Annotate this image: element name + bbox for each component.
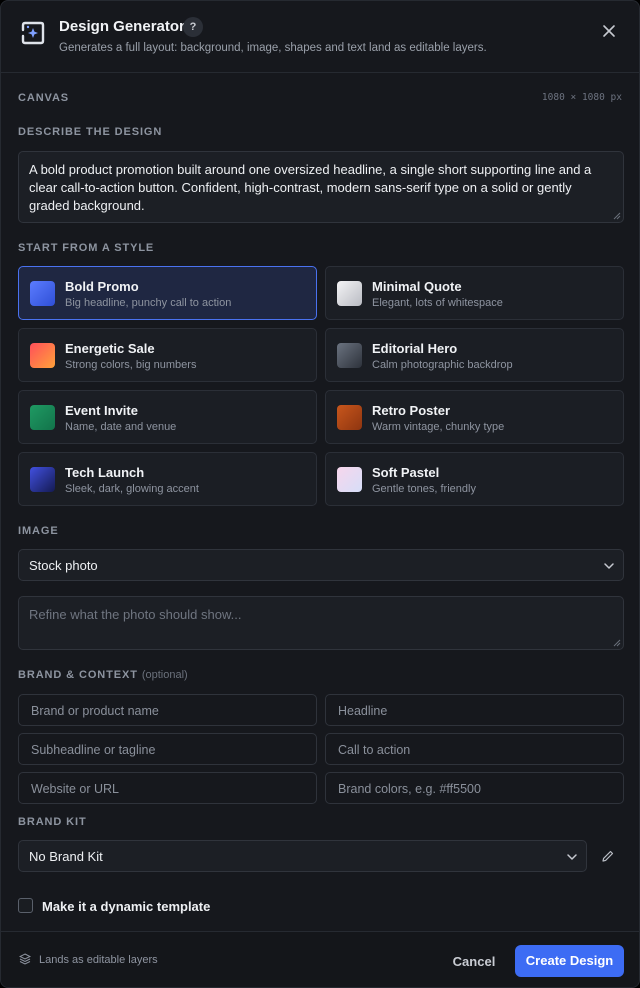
edit-pencil-icon[interactable] (601, 849, 615, 863)
styles-label: START FROM A STYLE (18, 242, 155, 254)
help-button[interactable]: ? (183, 17, 203, 37)
brand-kit-select[interactable]: No Brand Kit (18, 840, 587, 872)
style-title: Event Invite (65, 403, 138, 418)
refine-photo-textarea[interactable]: Refine what the photo should show... (18, 596, 624, 650)
style-title: Retro Poster (372, 403, 451, 418)
layers-icon (19, 953, 31, 965)
image-label: IMAGE (18, 525, 59, 537)
describe-label: DESCRIBE THE DESIGN (18, 126, 163, 138)
style-swatch (30, 343, 55, 368)
brand-kit-label: BRAND KIT (18, 816, 87, 828)
style-desc: Gentle tones, friendly (372, 483, 476, 495)
style-desc: Sleek, dark, glowing accent (65, 483, 199, 495)
style-title: Minimal Quote (372, 279, 462, 294)
optional-note: (optional) (141, 669, 188, 681)
brand-name-field[interactable]: Brand or product name (18, 694, 317, 726)
style-title: Editorial Hero (372, 341, 458, 356)
website-placeholder: Website or URL (31, 782, 119, 796)
style-desc: Elegant, lots of whitespace (372, 297, 503, 309)
style-card-soft-pastel[interactable]: Soft Pastel Gentle tones, friendly (325, 452, 624, 506)
style-desc: Name, date and venue (65, 421, 177, 433)
headline-field[interactable]: Headline (325, 694, 624, 726)
canvas-size: 1080 × 1080 px (541, 92, 622, 103)
style-title: Soft Pastel (372, 465, 440, 480)
brand-colors-field[interactable]: Brand colors, e.g. #ff5500 (325, 772, 624, 804)
style-title: Bold Promo (65, 279, 139, 294)
website-field[interactable]: Website or URL (18, 772, 317, 804)
canvas-label: CANVAS (18, 92, 70, 104)
cancel-button[interactable]: Cancel (445, 948, 503, 976)
dialog-header: Design Generator ? Generates a full layo… (1, 1, 639, 73)
brand-kit-value: No Brand Kit (29, 849, 103, 864)
style-desc: Strong colors, big numbers (65, 359, 197, 371)
describe-text: A bold product promotion built around on… (29, 162, 592, 213)
refine-photo-placeholder: Refine what the photo should show... (29, 607, 242, 622)
chevron-down-icon (604, 563, 614, 569)
style-card-energetic-sale[interactable]: Energetic Sale Strong colors, big number… (18, 328, 317, 382)
style-swatch (337, 343, 362, 368)
dynamic-template-label[interactable]: Make it a dynamic template (42, 899, 210, 914)
subheadline-field[interactable]: Subheadline or tagline (18, 733, 317, 765)
resize-grip-icon[interactable] (613, 639, 621, 647)
resize-grip-icon[interactable] (613, 212, 621, 220)
brand-colors-placeholder: Brand colors, e.g. #ff5500 (338, 782, 481, 796)
subheadline-placeholder: Subheadline or tagline (31, 743, 156, 757)
style-card-editorial-hero[interactable]: Editorial Hero Calm photographic backdro… (325, 328, 624, 382)
dialog-footer: Lands as editable layers Cancel Create D… (1, 931, 639, 987)
design-generator-dialog: Design Generator ? Generates a full layo… (0, 0, 640, 988)
design-generator-icon (21, 21, 45, 45)
chevron-down-icon (567, 854, 577, 860)
style-card-event-invite[interactable]: Event Invite Name, date and venue (18, 390, 317, 444)
style-desc: Warm vintage, chunky type (372, 421, 505, 433)
style-swatch (337, 467, 362, 492)
brand-name-placeholder: Brand or product name (31, 704, 159, 718)
style-card-bold-promo[interactable]: Bold Promo Big headline, punchy call to … (18, 266, 317, 320)
footer-note: Lands as editable layers (39, 954, 158, 966)
style-card-retro-poster[interactable]: Retro Poster Warm vintage, chunky type (325, 390, 624, 444)
style-card-tech-launch[interactable]: Tech Launch Sleek, dark, glowing accent (18, 452, 317, 506)
style-title: Energetic Sale (65, 341, 155, 356)
headline-placeholder: Headline (338, 704, 388, 718)
dialog-title: Design Generator (59, 18, 185, 35)
create-design-button[interactable]: Create Design (515, 945, 624, 977)
style-card-minimal-quote[interactable]: Minimal Quote Elegant, lots of whitespac… (325, 266, 624, 320)
image-source-value: Stock photo (29, 558, 98, 573)
describe-textarea[interactable]: A bold product promotion built around on… (18, 151, 624, 223)
dynamic-template-checkbox[interactable] (18, 898, 33, 913)
brand-context-title: BRAND & CONTEXT (18, 669, 138, 681)
call-to-action-placeholder: Call to action (338, 743, 411, 757)
dialog-subtitle: Generates a full layout: background, ima… (59, 42, 487, 54)
style-swatch (30, 405, 55, 430)
style-desc: Big headline, punchy call to action (65, 297, 232, 309)
close-icon[interactable] (599, 21, 619, 41)
image-source-select[interactable]: Stock photo (18, 549, 624, 581)
style-swatch (337, 281, 362, 306)
style-desc: Calm photographic backdrop (372, 359, 513, 371)
brand-context-label: BRAND & CONTEXT (optional) (18, 669, 188, 681)
style-swatch (337, 405, 362, 430)
style-swatch (30, 467, 55, 492)
style-swatch (30, 281, 55, 306)
call-to-action-field[interactable]: Call to action (325, 733, 624, 765)
style-title: Tech Launch (65, 465, 145, 480)
